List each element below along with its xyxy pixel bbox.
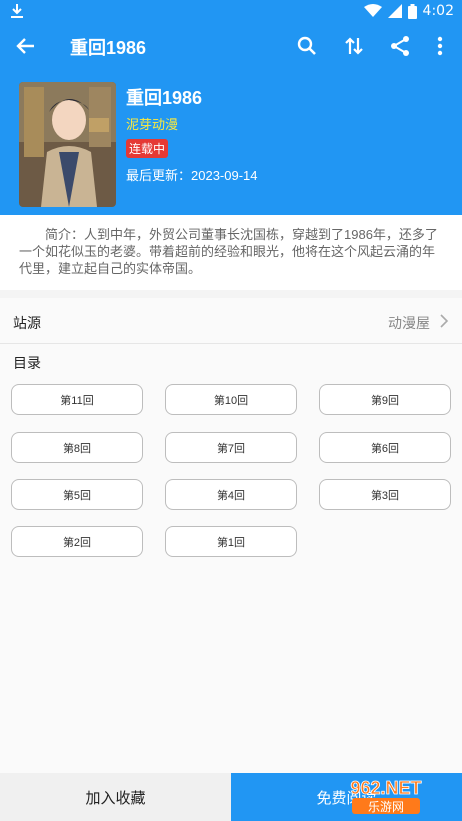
chapter-button[interactable]: 第5回 [11,479,143,510]
chapter-button[interactable]: 第2回 [11,526,143,557]
signal-icon [387,4,402,18]
sort-icon[interactable] [342,34,366,58]
download-icon [11,4,23,18]
book-cover-image[interactable] [19,82,116,207]
svg-text:乐游网: 乐游网 [368,800,404,814]
source-row[interactable]: 站源 动漫屋 [0,298,462,344]
chapter-button[interactable]: 第6回 [319,432,451,463]
svg-text:962.NET: 962.NET [350,778,421,798]
intro-panel: 简介：人到中年，外贸公司董事长沈国栋，穿越到了1986年，还多了一个如花似玉的老… [0,215,462,290]
source-value: 动漫屋 [388,315,430,331]
status-badge: 连载中 [126,139,169,158]
chapter-button[interactable]: 第10回 [165,384,297,415]
chevron-right-icon [440,314,449,328]
chapter-button[interactable]: 第3回 [319,479,451,510]
book-header: 重回1986 泥芽动漫 连载中 最后更新：2023-09-14 [0,68,462,215]
status-bar: 4:02 [0,0,462,24]
chapter-button[interactable]: 第8回 [11,432,143,463]
toc-label: 目录 [13,355,41,371]
app-bar: 重回1986 [0,24,462,68]
back-arrow-icon[interactable] [14,34,38,58]
wifi-icon [363,4,382,17]
chapter-section: 站源 动漫屋 目录 第11回 第10回 第9回 第8回 第7回 第6回 第5回 … [0,298,462,773]
chapter-button[interactable]: 第7回 [165,432,297,463]
chapter-button[interactable]: 第9回 [319,384,451,415]
chapter-button[interactable]: 第4回 [165,479,297,510]
search-icon[interactable] [295,34,319,58]
bottom-bar: 加入收藏 免费阅读 962.NET 乐游网 [0,773,462,821]
more-vert-icon[interactable] [428,34,452,58]
book-author[interactable]: 泥芽动漫 [126,114,178,133]
share-icon[interactable] [388,34,412,58]
chapter-button[interactable]: 第1回 [165,526,297,557]
last-updated: 最后更新：2023-09-14 [126,168,258,183]
source-label: 站源 [13,315,41,331]
chapter-button[interactable]: 第11回 [11,384,143,415]
watermark-logo: 962.NET 乐游网 [350,778,422,814]
battery-icon [407,3,417,19]
page-title: 重回1986 [70,38,147,58]
add-favorite-button[interactable]: 加入收藏 [0,773,231,821]
status-time: 4:02 [422,3,454,19]
book-intro: 简介：人到中年，外贸公司董事长沈国栋，穿越到了1986年，还多了一个如花似玉的老… [19,227,438,276]
book-title: 重回1986 [126,88,203,108]
